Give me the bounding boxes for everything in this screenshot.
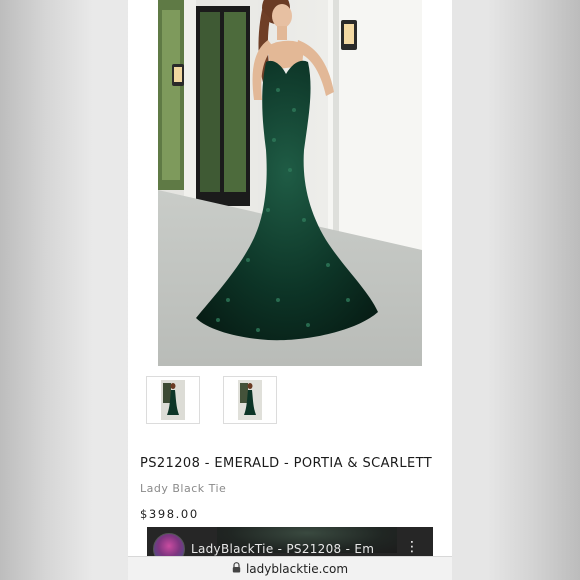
product-main-image[interactable]	[158, 0, 422, 366]
thumbnail-front-view[interactable]	[146, 376, 200, 424]
mobile-page: PS21208 - EMERALD - PORTIA & SCARLETT La…	[128, 0, 452, 580]
browser-url-bar[interactable]: ladyblacktie.com	[128, 556, 452, 580]
embedded-video[interactable]: LadyBlackTie - PS21208 - Em ⋮	[147, 527, 433, 557]
product-brand[interactable]: Lady Black Tie	[140, 482, 226, 495]
more-options-icon[interactable]: ⋮	[405, 540, 419, 554]
url-text[interactable]: ladyblacktie.com	[246, 562, 348, 576]
video-title[interactable]: LadyBlackTie - PS21208 - Em	[191, 542, 374, 556]
lock-icon	[232, 561, 241, 576]
channel-avatar[interactable]	[153, 533, 185, 557]
thumbnail-back-view[interactable]	[223, 376, 277, 424]
product-price: $398.00	[140, 507, 199, 521]
product-title: PS21208 - EMERALD - PORTIA & SCARLETT	[140, 456, 433, 471]
